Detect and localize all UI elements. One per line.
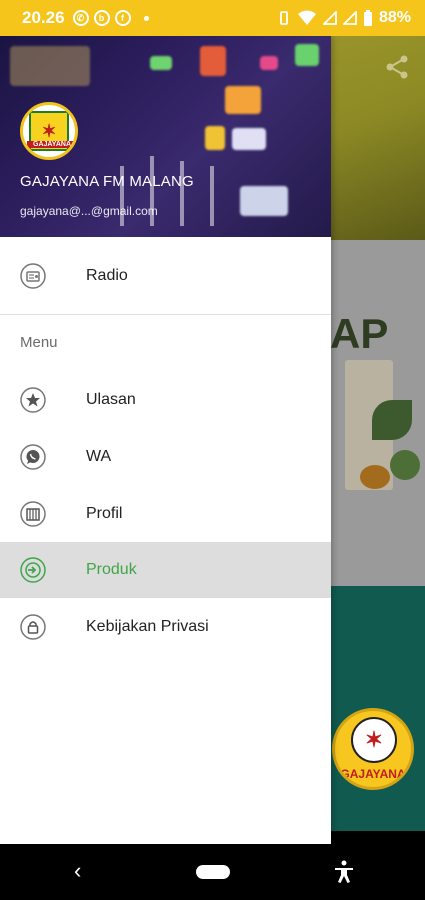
notification-icons: ✆ b f: [72, 10, 149, 26]
mixer-fader: [180, 161, 184, 226]
nav-item-produk[interactable]: Produk: [0, 542, 331, 598]
mixer-light: [200, 46, 226, 76]
notification-icon: b: [93, 10, 110, 26]
nav-label: Profil: [86, 505, 123, 522]
signal-icon: [322, 11, 337, 25]
whatsapp-icon: [20, 444, 46, 470]
ad-text: AP: [330, 310, 389, 357]
mixer-light: [240, 186, 288, 216]
drawer-logo: ✶ GAJAYANA: [20, 102, 78, 160]
nav-item-kebijakan-privasi[interactable]: Kebijakan Privasi: [0, 599, 331, 655]
lock-icon: [20, 614, 46, 640]
whatsapp-icon: ✆: [72, 10, 89, 26]
mixer-light: [150, 56, 172, 70]
drawer-email: gajayana@...@gmail.com: [20, 204, 158, 218]
building-icon: [20, 501, 46, 527]
status-bar: 20.26 ✆ b f 88%: [0, 0, 425, 36]
home-button[interactable]: [196, 865, 230, 879]
fruit-image: [360, 465, 390, 489]
mixer-light: [225, 86, 261, 114]
nav-item-radio[interactable]: Radio: [0, 248, 331, 304]
mixer-light: [295, 44, 319, 66]
mixer-light: [205, 126, 225, 150]
navigation-drawer: ✶ GAJAYANA GAJAYANA FM MALANG gajayana@.…: [0, 36, 331, 844]
nav-item-wa[interactable]: WA: [0, 429, 331, 485]
mixer-fader: [210, 166, 214, 226]
signal-icon: [342, 11, 357, 25]
system-navigation-bar: ‹: [0, 844, 425, 900]
mixer-light: [260, 56, 278, 70]
nav-item-ulasan[interactable]: Ulasan: [0, 372, 331, 428]
logo-mark: ✶: [351, 717, 397, 763]
leaf-image: [390, 450, 420, 480]
star-icon: [20, 387, 46, 413]
logo-text: GAJAYANA: [27, 141, 75, 148]
section-title: Menu: [20, 334, 58, 351]
nav-label: Produk: [86, 561, 137, 578]
facebook-icon: f: [114, 10, 131, 26]
login-icon: [20, 557, 46, 583]
wifi-icon: [297, 10, 316, 25]
mixer-light: [232, 128, 266, 150]
battery-icon: [363, 9, 372, 26]
share-icon[interactable]: [384, 54, 410, 80]
logo-text: GAJAYANA: [340, 767, 406, 781]
drawer-title: GAJAYANA FM MALANG: [20, 173, 194, 190]
vibrate-icon: [280, 11, 288, 25]
divider: [0, 314, 331, 315]
logo-symbol: ✶: [41, 120, 57, 141]
nav-label: Kebijakan Privasi: [86, 618, 209, 635]
nav-label: Radio: [86, 267, 128, 284]
leaf-image: [372, 400, 412, 440]
accessibility-icon[interactable]: [333, 860, 355, 884]
drawer-header: ✶ GAJAYANA GAJAYANA FM MALANG gajayana@.…: [0, 36, 331, 237]
nav-label: Ulasan: [86, 391, 136, 408]
nav-item-profil[interactable]: Profil: [0, 486, 331, 542]
mixer-light: [10, 46, 90, 86]
nav-label: WA: [86, 448, 112, 465]
dot-icon: [143, 15, 149, 21]
battery-percentage: 88%: [378, 9, 411, 26]
station-logo: ✶ GAJAYANA: [332, 708, 414, 790]
system-icons: 88%: [277, 9, 411, 27]
back-icon[interactable]: ‹: [74, 858, 81, 884]
radio-icon: [20, 263, 46, 289]
status-time: 20.26: [22, 8, 65, 27]
